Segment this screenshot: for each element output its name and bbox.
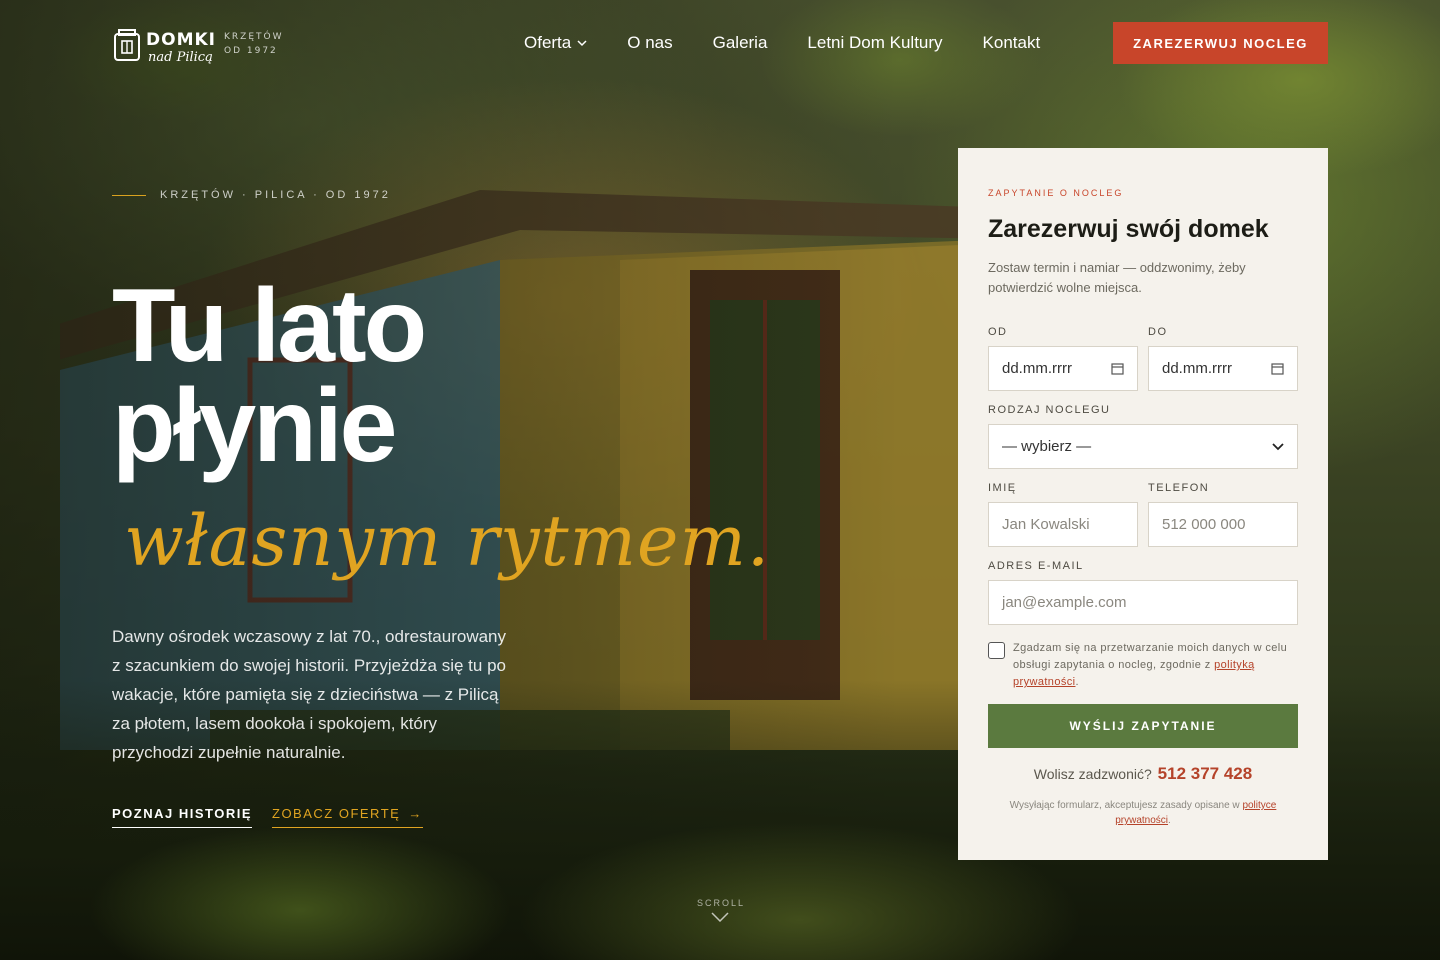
site-header: DOMKI nad Pilicą KRZĘTÓW OD 1972 Oferta … [0, 0, 1440, 88]
date-row: OD dd.mm.rrrr DO dd.mm.rrrr [988, 326, 1298, 391]
hero-title-line-1: Tu lato [112, 268, 427, 384]
to-date-input[interactable]: dd.mm.rrrr [1148, 346, 1298, 391]
phone-input[interactable]: 512 000 000 [1148, 502, 1298, 547]
phone-label: TELEFON [1148, 482, 1210, 494]
from-label: OD [988, 326, 1008, 338]
hero-script-line: własnym rytmem. [124, 500, 771, 582]
from-date-value: dd.mm.rrrr [1002, 360, 1072, 377]
scroll-indicator[interactable]: SCROLL [697, 898, 743, 922]
nav-item-oferta[interactable]: Oferta [524, 33, 587, 53]
to-label: DO [1148, 326, 1168, 338]
submit-inquiry-button[interactable]: WYŚLIJ ZAPYTANIE [988, 704, 1298, 748]
name-field: IMIĘ Jan Kowalski [988, 482, 1138, 547]
nav-item-o-nas[interactable]: O nas [627, 33, 672, 53]
site-logo[interactable]: DOMKI nad Pilicą [112, 28, 216, 64]
logo-tagline-place: KRZĘTÓW [224, 32, 284, 42]
logo-wordmark: DOMKI nad Pilicą [146, 28, 216, 65]
hero-eyebrow-text: KRZĘTÓW · PILICA · OD 1972 [160, 189, 391, 201]
stay-type-label: RODZAJ NOCLEGU [988, 404, 1111, 416]
main-nav: Oferta O nas Galeria Letni Dom Kultury K… [524, 33, 1040, 53]
email-label: ADRES E-MAIL [988, 560, 1084, 572]
scroll-chevron-icon [711, 912, 729, 922]
to-field: DO dd.mm.rrrr [1148, 326, 1298, 391]
phone-field: TELEFON 512 000 000 [1148, 482, 1298, 547]
offer-link[interactable]: ZOBACZ OFERTĘ → [272, 806, 423, 828]
arrow-right-icon: → [408, 806, 423, 821]
stay-type-selected: — wybierz — [1002, 438, 1092, 455]
consent-row: Zgadzam się na przetwarzanie moich danyc… [988, 640, 1298, 691]
booking-title: Zarezerwuj swój domek [988, 215, 1269, 243]
call-text: Wolisz zadzwonić? [1033, 766, 1152, 782]
logo-jar-icon [114, 29, 140, 61]
from-field: OD dd.mm.rrrr [988, 326, 1138, 391]
from-date-input[interactable]: dd.mm.rrrr [988, 346, 1138, 391]
nav-item-label: Oferta [524, 33, 572, 52]
eyebrow-divider [112, 194, 146, 196]
consent-text-end: . [1075, 676, 1079, 688]
booking-form-card: ZAPYTANIE O NOCLEG Zarezerwuj swój domek… [958, 148, 1328, 860]
to-date-value: dd.mm.rrrr [1162, 360, 1232, 377]
email-field: ADRES E-MAIL jan@example.com [988, 560, 1298, 625]
logo-main-text: DOMKI [146, 30, 216, 50]
phone-number-link[interactable]: 512 377 428 [1158, 764, 1253, 783]
email-input[interactable]: jan@example.com [988, 580, 1298, 625]
stay-type-select[interactable]: — wybierz — [988, 424, 1298, 469]
consent-checkbox[interactable] [988, 642, 1005, 659]
select-chevron-icon [1272, 442, 1284, 450]
hero-title: Tu lato płynie [112, 268, 427, 484]
hero-eyebrow: KRZĘTÓW · PILICA · OD 1972 [112, 189, 391, 201]
booking-eyebrow: ZAPYTANIE O NOCLEG [988, 188, 1124, 198]
offer-link-label: ZOBACZ OFERTĘ [272, 806, 401, 821]
name-label: IMIĘ [988, 482, 1017, 494]
calendar-icon[interactable] [1111, 362, 1124, 375]
name-input[interactable]: Jan Kowalski [988, 502, 1138, 547]
hero-title-line-2: płynie [112, 368, 398, 484]
scroll-label: SCROLL [697, 898, 746, 908]
fine-text: Wysyłając formularz, akceptujesz zasady … [1009, 800, 1240, 811]
booking-description: Zostaw termin i namiar — oddzwonimy, żeb… [988, 260, 1246, 295]
logo-script-text: nad Pilicą [148, 50, 213, 65]
logo-tagline-year: OD 1972 [224, 46, 278, 56]
call-prompt: Wolisz zadzwonić? 512 377 428 [988, 764, 1298, 784]
logo-tagline: KRZĘTÓW OD 1972 [224, 30, 284, 58]
form-fine-print: Wysyłając formularz, akceptujesz zasady … [988, 798, 1298, 828]
stay-type-field: RODZAJ NOCLEGU — wybierz — [988, 404, 1298, 469]
book-stay-button[interactable]: ZAREZERWUJ NOCLEG [1113, 22, 1328, 64]
calendar-icon[interactable] [1271, 362, 1284, 375]
history-link[interactable]: POZNAJ HISTORIĘ [112, 806, 253, 828]
nav-item-letni-dom-kultury[interactable]: Letni Dom Kultury [807, 33, 942, 53]
contact-row: IMIĘ Jan Kowalski TELEFON 512 000 000 [988, 482, 1298, 547]
nav-item-kontakt[interactable]: Kontakt [983, 33, 1041, 53]
chevron-down-icon [577, 40, 587, 47]
hero-lead: Dawny ośrodek wczasowy z lat 70., odrest… [112, 627, 507, 762]
fine-text-end: . [1168, 815, 1171, 826]
consent-text: Zgadzam się na przetwarzanie moich danyc… [1013, 640, 1298, 691]
nav-item-galeria[interactable]: Galeria [713, 33, 768, 53]
